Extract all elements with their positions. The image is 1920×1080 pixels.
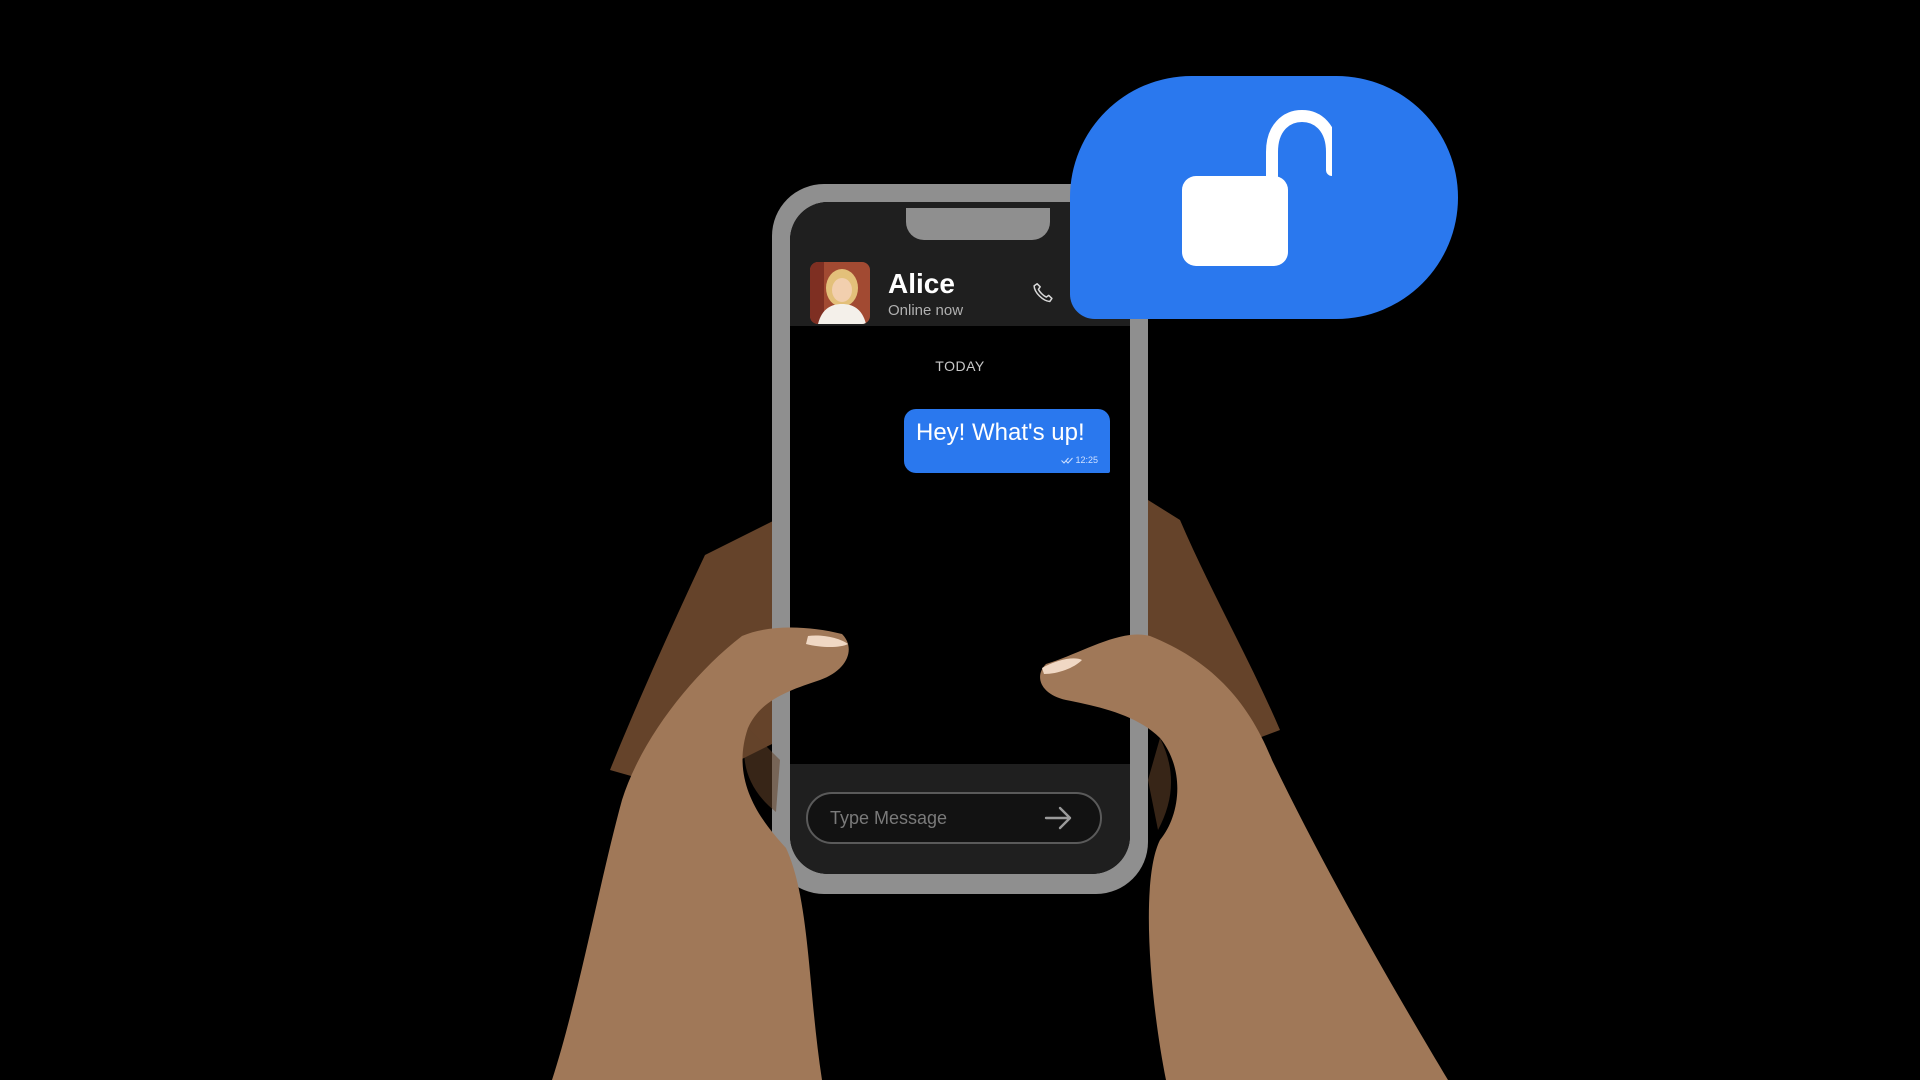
double-check-icon	[1061, 457, 1073, 464]
message-meta: 12:25	[1061, 455, 1098, 465]
arrow-right-icon[interactable]	[1042, 802, 1076, 834]
illustration-scene: Alice Online now TODAY Hey! What's up! 1…	[0, 0, 1920, 1080]
left-hand-back	[610, 520, 780, 790]
phone-icon[interactable]	[1030, 280, 1056, 306]
unlocked-padlock-icon	[1182, 109, 1332, 266]
right-hand-back	[1148, 500, 1280, 760]
phone-notch	[906, 208, 1050, 240]
date-separator: TODAY	[935, 358, 985, 374]
unlocked-badge	[1070, 76, 1458, 319]
message-time: 12:25	[1075, 455, 1098, 465]
contact-name: Alice	[888, 268, 955, 299]
message-bubble-outgoing[interactable]: Hey! What's up! 12:25	[904, 409, 1110, 473]
composer-bar	[790, 764, 1130, 874]
avatar[interactable]	[810, 262, 870, 324]
message-text: Hey! What's up!	[916, 419, 1085, 446]
contact-status: Online now	[888, 302, 964, 319]
